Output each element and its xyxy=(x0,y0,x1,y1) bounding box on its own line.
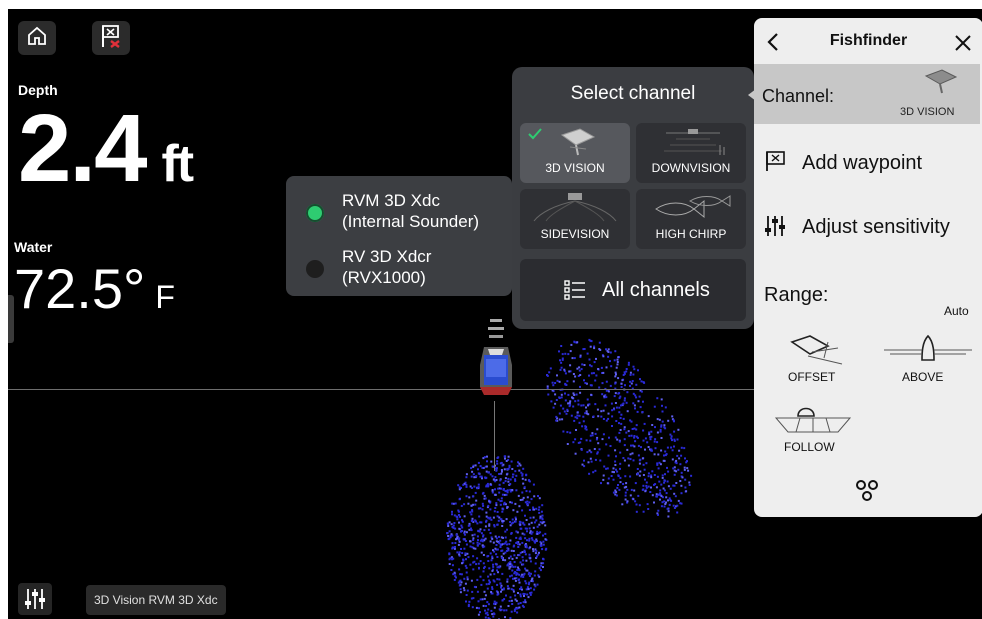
range-value[interactable]: Auto xyxy=(944,304,969,318)
channel-tile-sidevision[interactable]: SIDEVISION xyxy=(520,189,630,249)
all-channels-button[interactable]: All channels xyxy=(520,259,746,321)
water-temp-value: 72.5° xyxy=(14,257,146,320)
follow-view-icon xyxy=(768,402,858,441)
offset-label: OFFSET xyxy=(788,370,836,384)
above-view-icon xyxy=(882,334,974,371)
waypoint-button[interactable] xyxy=(92,21,130,55)
adjust-sensitivity-label: Adjust sensitivity xyxy=(802,216,950,238)
pointer-caret-icon xyxy=(748,88,756,106)
above-label: ABOVE xyxy=(902,370,944,384)
menu-title: Fishfinder xyxy=(829,32,908,49)
channel-status-chip[interactable]: 3D Vision RVM 3D Xdc xyxy=(86,585,226,615)
all-channels-label: All channels xyxy=(602,279,710,301)
channel-label: Channel: xyxy=(762,86,835,106)
sliders-icon xyxy=(764,214,786,243)
channel-tile-label: DOWNVISION xyxy=(651,161,731,175)
channel-tile-label: SIDEVISION xyxy=(540,227,610,241)
settings-gears-icon[interactable] xyxy=(854,478,880,509)
radio-selected[interactable] xyxy=(306,204,324,222)
water-temp-unit: F xyxy=(155,279,175,315)
sounder-subname: (Internal Sounder) xyxy=(342,212,480,231)
add-waypoint-label: Add waypoint xyxy=(802,152,923,174)
depth-readout: 2.4 ft xyxy=(18,95,194,202)
sounder-select-panel: RVM 3D Xdc (Internal Sounder) RV 3D Xdcr… xyxy=(286,176,512,296)
3d-vision-boat-icon xyxy=(558,127,598,162)
range-label: Range: xyxy=(764,284,829,306)
fishfinder-menu: Fishfinder Channel: 3D VISION Add waypoi… xyxy=(748,18,982,517)
depth-value: 2.4 xyxy=(18,95,147,202)
sounder-name: RV 3D Xdcr xyxy=(342,247,432,266)
home-icon xyxy=(26,25,48,52)
radio-unselected[interactable] xyxy=(306,260,324,278)
channel-tile-downvision[interactable]: DOWNVISION xyxy=(636,123,746,183)
sounder-name: RVM 3D Xdc xyxy=(342,191,440,210)
fish-icon xyxy=(650,193,732,228)
waypoint-flag-icon xyxy=(99,23,123,54)
sounder-subname: (RVX1000) xyxy=(342,268,426,287)
channel-tile-high-chirp[interactable]: HIGH CHIRP xyxy=(636,189,746,249)
add-waypoint-item[interactable]: Add waypoint xyxy=(754,142,982,186)
water-label: Water xyxy=(14,239,53,255)
view-follow-button[interactable]: FOLLOW xyxy=(768,402,860,456)
sounder-option-external[interactable]: RV 3D Xdcr (RVX1000) xyxy=(286,238,512,294)
channel-tile-label: 3D VISION xyxy=(545,161,605,175)
select-channel-popup: Select channel 3D VISION DOWNVISION SIDE… xyxy=(512,67,754,329)
vessel-icon xyxy=(474,315,518,399)
sensitivity-shortcut-button[interactable] xyxy=(18,583,52,615)
view-above-button[interactable]: ABOVE xyxy=(882,334,974,386)
home-button[interactable] xyxy=(18,21,56,55)
waypoint-flag-icon xyxy=(764,150,788,177)
follow-label: FOLLOW xyxy=(784,440,835,454)
sounder-label: RVM 3D Xdc (Internal Sounder) xyxy=(342,190,479,232)
channel-menu-item[interactable]: Channel: 3D VISION xyxy=(748,64,980,124)
sliders-icon xyxy=(24,587,46,616)
channel-tile-3d-vision[interactable]: 3D VISION xyxy=(520,123,630,183)
water-surface-line xyxy=(8,389,768,390)
channel-value: 3D VISION xyxy=(900,106,955,118)
3d-vision-boat-icon xyxy=(922,68,960,99)
depth-unit: ft xyxy=(161,135,194,193)
water-temp-readout: 72.5° F xyxy=(14,261,175,317)
sonar-beam-line xyxy=(494,401,495,471)
offset-view-icon xyxy=(788,334,844,373)
view-offset-button[interactable]: OFFSET xyxy=(780,334,850,386)
fishfinder-screen[interactable]: Depth 2.4 ft Water 72.5° F RVM 3D Xdc (I… xyxy=(8,9,982,619)
channel-tile-label: HIGH CHIRP xyxy=(655,227,727,241)
downvision-icon xyxy=(656,127,730,162)
adjust-sensitivity-item[interactable]: Adjust sensitivity xyxy=(754,206,982,250)
check-icon xyxy=(528,127,542,145)
popup-title: Select channel xyxy=(570,83,696,104)
sounder-option-internal[interactable]: RVM 3D Xdc (Internal Sounder) xyxy=(286,182,512,238)
close-icon[interactable] xyxy=(954,34,972,57)
sidevision-icon xyxy=(530,191,620,228)
list-icon xyxy=(564,279,586,306)
sounder-label: RV 3D Xdcr (RVX1000) xyxy=(342,246,431,288)
